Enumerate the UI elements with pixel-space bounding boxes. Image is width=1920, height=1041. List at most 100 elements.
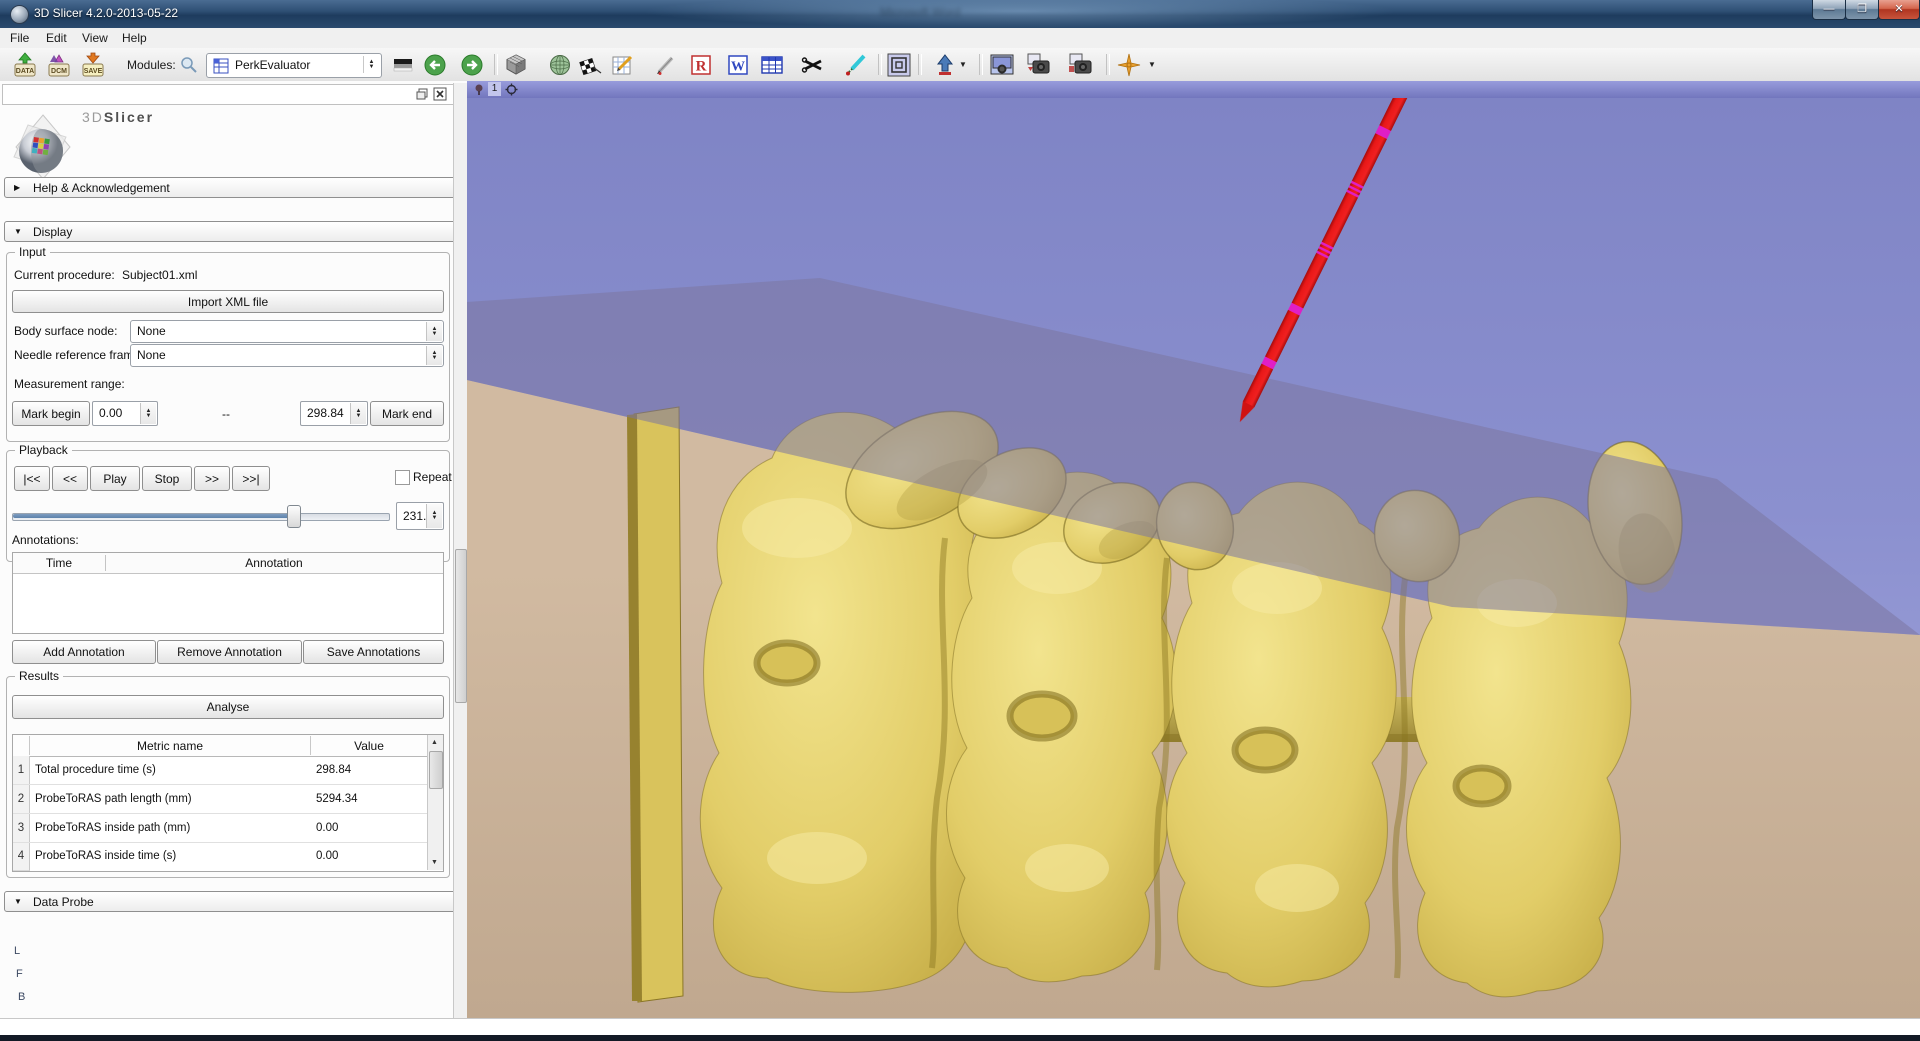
undock-icon[interactable] — [415, 87, 429, 101]
extensions-button[interactable] — [932, 51, 958, 78]
help-section-header[interactable]: ▶ Help & Acknowledgement — [4, 177, 456, 198]
undo-button[interactable] — [422, 51, 448, 78]
module-selected: PerkEvaluator — [235, 58, 310, 72]
time-slider-handle[interactable] — [287, 505, 301, 528]
go-to-start-button[interactable]: |<< — [14, 466, 50, 491]
pencil-icon — [654, 53, 678, 77]
range-end-spinbox[interactable]: 298.84 ▲▼ — [300, 401, 368, 426]
screenshot-button[interactable] — [886, 51, 912, 78]
range-end-arrows[interactable]: ▲▼ — [350, 403, 366, 424]
menu-help[interactable]: Help — [122, 31, 147, 45]
repeat-checkbox[interactable] — [395, 470, 410, 485]
metric-name: ProbeToRAS inside path (mm) — [35, 822, 190, 834]
crosshair-dropdown-caret[interactable]: ▼ — [1148, 60, 1156, 69]
analyse-button[interactable]: Analyse — [12, 695, 444, 719]
camera-icon — [990, 53, 1016, 77]
volume-rendering-button[interactable] — [503, 51, 529, 78]
load-data-button[interactable]: DATA — [12, 51, 38, 78]
orientation-letter-l: L — [14, 945, 20, 957]
time-arrows[interactable]: ▲▼ — [426, 504, 442, 528]
remove-annotation-button[interactable]: Remove Annotation — [157, 640, 302, 664]
time-slider-fill — [13, 514, 293, 518]
save-button[interactable]: SAVE — [80, 51, 106, 78]
transforms-button[interactable] — [610, 51, 636, 78]
stop-button[interactable]: Stop — [142, 466, 192, 491]
add-annotation-button[interactable]: Add Annotation — [12, 640, 156, 664]
module-panel: 3DSlicer ▶ Help & Acknowledgement ▼ Disp… — [0, 81, 467, 1018]
slice-views-button[interactable] — [578, 51, 604, 78]
crosshair-star-icon — [1116, 52, 1142, 78]
svg-text:DCM: DCM — [51, 68, 67, 75]
play-button[interactable]: Play — [90, 466, 140, 491]
range-begin-spinbox[interactable]: 0.00 ▲▼ — [92, 401, 158, 426]
mark-end-button[interactable]: Mark end — [370, 401, 444, 426]
load-dicom-button[interactable]: DCM — [46, 51, 72, 78]
current-procedure-label: Current procedure: — [14, 268, 115, 282]
results-table[interactable]: Metric name Value 1 Total procedure time… — [12, 734, 444, 872]
load-dicom-icon: DCM — [46, 52, 72, 78]
annotations-col-time: Time — [13, 556, 105, 570]
view-options-icon[interactable] — [505, 83, 518, 96]
data-probe-header[interactable]: ▼ Data Probe — [4, 891, 456, 912]
crosshair-button[interactable] — [1116, 51, 1142, 78]
orientation-letter-b: B — [18, 991, 25, 1003]
module-selector-spinner[interactable]: ▲▼ — [363, 56, 379, 73]
step-forward-button[interactable]: >> — [194, 466, 230, 491]
capture-view-button[interactable] — [990, 51, 1016, 78]
mark-begin-button[interactable]: Mark begin — [12, 401, 90, 426]
expanded-arrow-icon: ▼ — [14, 897, 22, 906]
table-icon — [760, 53, 784, 77]
results-scrollbar[interactable]: ▲ ▼ — [427, 735, 443, 870]
menu-edit[interactable]: Edit — [46, 31, 67, 45]
save-icon: SAVE — [80, 52, 106, 78]
cut-button[interactable] — [800, 51, 826, 78]
minimize-button[interactable]: — — [1812, 0, 1846, 20]
time-spinbox[interactable]: 231.6 ▲▼ — [396, 502, 444, 530]
panel-scrollbar[interactable] — [453, 83, 467, 1018]
module-selector[interactable]: PerkEvaluator ▲▼ — [206, 53, 382, 78]
body-surface-spinner[interactable]: ▲▼ — [426, 322, 442, 341]
view-controller-bar[interactable] — [467, 81, 1920, 98]
screenshot-icon — [887, 53, 911, 77]
step-back-button[interactable]: << — [52, 466, 88, 491]
window-level-button[interactable]: W — [725, 51, 751, 78]
metric-name: ProbeToRAS path length (mm) — [35, 793, 192, 805]
os-taskbar-edge — [0, 1035, 1920, 1041]
ruler-button[interactable]: R — [688, 51, 714, 78]
camera-save-icon — [1025, 53, 1051, 77]
tables-button[interactable] — [759, 51, 785, 78]
capture-scene-button[interactable] — [1025, 51, 1051, 78]
display-section-header[interactable]: ▼ Display — [4, 221, 456, 242]
module-search-button[interactable] — [176, 51, 202, 78]
layout-swatch-button[interactable] — [390, 51, 416, 78]
save-annotations-button[interactable]: Save Annotations — [303, 640, 444, 664]
close-panel-icon[interactable] — [433, 87, 447, 101]
range-begin-arrows[interactable]: ▲▼ — [140, 403, 156, 424]
title-bar[interactable]: Microsoft Word 3D Slicer 4.2.0-2013-05-2… — [0, 0, 1920, 28]
needle-frame-spinner[interactable]: ▲▼ — [426, 346, 442, 365]
menu-file[interactable]: File — [10, 31, 29, 45]
markups-button[interactable] — [653, 51, 679, 78]
close-button[interactable]: ✕ — [1878, 0, 1920, 20]
row-number: 1 — [13, 756, 30, 785]
paint-button[interactable] — [842, 51, 868, 78]
import-xml-button[interactable]: Import XML file — [12, 290, 444, 313]
svg-text:DATA: DATA — [16, 68, 34, 75]
body-surface-combo[interactable]: None ▲▼ — [130, 320, 444, 343]
extensions-dropdown-caret[interactable]: ▼ — [959, 60, 967, 69]
app-icon[interactable] — [10, 5, 29, 24]
collapsed-arrow-icon: ▶ — [14, 183, 20, 192]
go-to-end-button[interactable]: >>| — [232, 466, 270, 491]
3d-viewport[interactable] — [467, 98, 1920, 1018]
capture-sequence-button[interactable] — [1067, 51, 1093, 78]
menu-view[interactable]: View — [82, 31, 108, 45]
annotations-table[interactable]: Time Annotation — [12, 552, 444, 634]
needle-frame-combo[interactable]: None ▲▼ — [130, 344, 444, 367]
models-button[interactable] — [547, 51, 573, 78]
range-end-value: 298.84 — [307, 406, 344, 420]
redo-button[interactable] — [459, 51, 485, 78]
pin-icon[interactable] — [473, 83, 486, 96]
restore-button[interactable]: ❐ — [1845, 0, 1879, 20]
vertebra-foramen — [757, 643, 817, 683]
undo-arrow-icon — [423, 53, 447, 77]
